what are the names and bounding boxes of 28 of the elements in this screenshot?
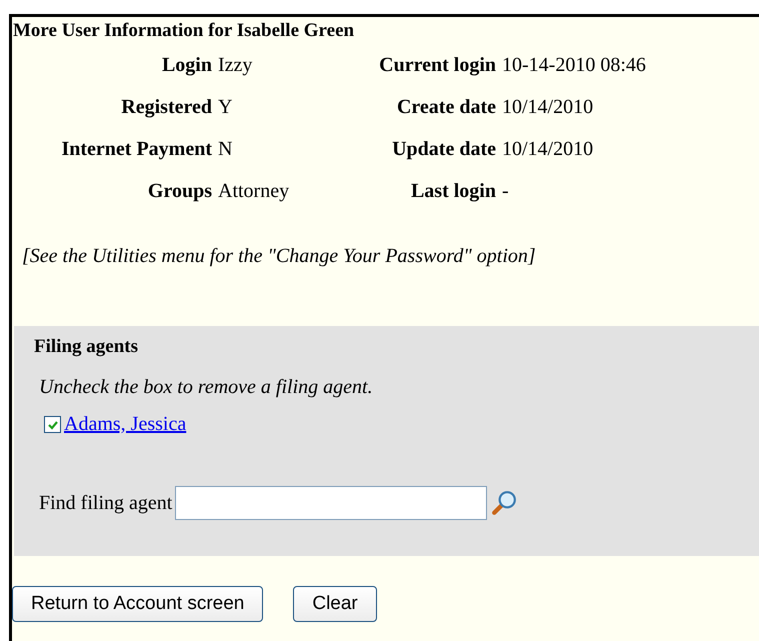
note-text: [See the Utilities menu for the "Change Your Password" option] xyxy=(22,245,537,268)
field-value: N xyxy=(218,138,234,161)
section-heading: Filing agents xyxy=(34,336,139,358)
agent-link[interactable]: Adams, Jessica xyxy=(64,413,186,436)
field-value: - xyxy=(502,180,510,203)
field-value: Attorney xyxy=(218,180,290,203)
field-value: 10-14-2010 08:46 xyxy=(502,54,647,77)
page-title: More User Information for Isabelle Green xyxy=(12,19,356,43)
field-label: Current login xyxy=(378,54,496,77)
instruction-text: Uncheck the box to remove a filing agent. xyxy=(39,376,374,399)
field-value: Y xyxy=(218,96,234,119)
checkbox[interactable] xyxy=(44,416,61,433)
check-icon xyxy=(46,418,58,430)
field-label: Internet Payment xyxy=(60,138,212,161)
field-label: Login xyxy=(160,54,212,77)
return-button[interactable]: Return to Account screen xyxy=(12,586,264,622)
field-value: 10/14/2010 xyxy=(502,138,594,161)
field-label: Registered xyxy=(120,96,212,119)
field-label: Update date xyxy=(391,138,496,161)
search-field[interactable] xyxy=(175,486,488,520)
field-label: Groups xyxy=(146,180,212,203)
field-value: Izzy xyxy=(218,54,254,77)
field-label: Create date xyxy=(396,96,496,119)
field-label: Last login xyxy=(410,180,496,203)
clear-button[interactable]: Clear xyxy=(293,586,377,622)
field-label: Find filing agent xyxy=(39,492,172,514)
search-icon[interactable] xyxy=(491,490,518,516)
field-value: 10/14/2010 xyxy=(502,96,594,119)
